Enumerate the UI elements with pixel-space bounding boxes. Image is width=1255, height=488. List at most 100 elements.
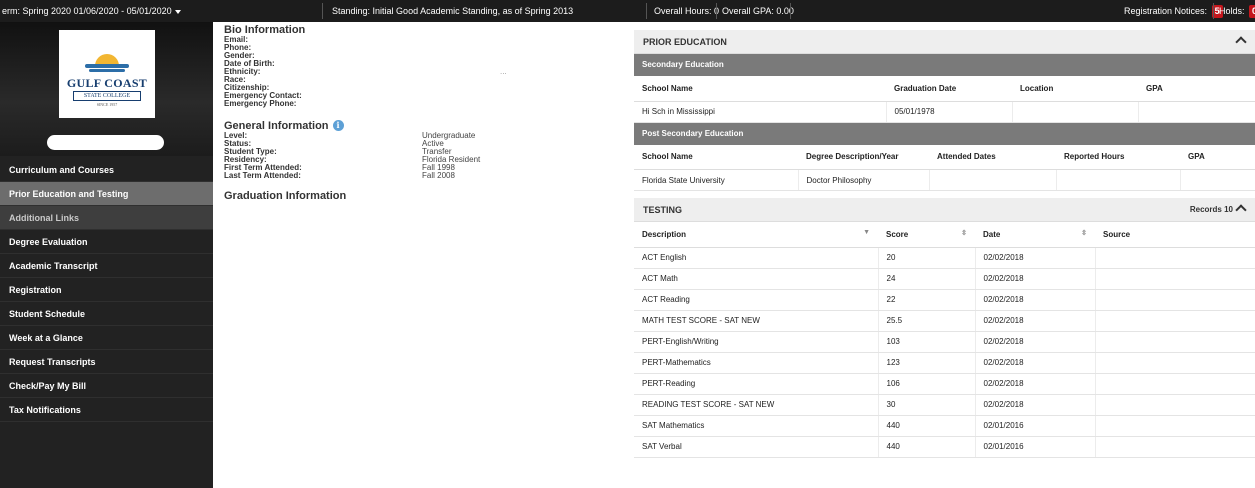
table-cell: ACT Math xyxy=(634,268,879,290)
wave-icon xyxy=(85,64,129,68)
table-row: ACT English 20 02/02/2018 xyxy=(634,247,1255,269)
table-header-row: School Name Graduation Date Location GPA xyxy=(634,76,1255,102)
sidebar: GULF COAST STATE COLLEGE SINCE 1957 Curr… xyxy=(0,22,213,488)
column-header-source[interactable]: Source xyxy=(1095,222,1255,248)
chevron-up-icon[interactable] xyxy=(1235,36,1247,48)
table-row: Florida State University Doctor Philosop… xyxy=(634,169,1255,191)
field-value: ... xyxy=(500,67,507,76)
table-cell: SAT Verbal xyxy=(634,436,879,458)
logo-since: SINCE 1957 xyxy=(96,102,118,107)
sidebar-item-academic-transcript[interactable]: Academic Transcript xyxy=(0,254,213,278)
table-cell: PERT-Reading xyxy=(634,373,879,395)
table-row: Hi Sch in Mississippi 05/01/1978 xyxy=(634,101,1255,123)
table-cell: Doctor Philosophy xyxy=(798,169,930,191)
column-header: GPA xyxy=(1180,144,1255,170)
bio-heading: Bio Information xyxy=(224,24,306,36)
holds[interactable]: Holds: 0 xyxy=(1219,0,1255,22)
chevron-up-icon[interactable] xyxy=(1235,204,1247,216)
table-cell: 02/01/2016 xyxy=(975,415,1096,437)
table-cell: 106 xyxy=(878,373,976,395)
sidebar-item-student-schedule[interactable]: Student Schedule xyxy=(0,302,213,326)
table-row: PERT-Reading 106 02/02/2018 xyxy=(634,373,1255,395)
column-header-date[interactable]: Date ⇳ xyxy=(975,222,1095,248)
table-cell: MATH TEST SCORE - SAT NEW xyxy=(634,310,879,332)
sidebar-item-week-at-a-glance[interactable]: Week at a Glance xyxy=(0,326,213,350)
sidebar-item-tax-notifications[interactable]: Tax Notifications xyxy=(0,398,213,422)
info-icon[interactable]: i xyxy=(332,120,344,131)
bio-fields: Email: Phone: Gender: Date of Birth: Eth… xyxy=(224,36,624,108)
secondary-education-header: Secondary Education xyxy=(634,54,1255,76)
table-cell: 02/02/2018 xyxy=(975,289,1096,311)
table-cell xyxy=(1095,310,1255,332)
student-profile: Bio Information Email: Phone: Gender: Da… xyxy=(224,24,624,202)
table-header-row: Description ▼ Score ⇳ Date ⇳ Source xyxy=(634,222,1255,248)
sidebar-nav: Curriculum and Courses Prior Education a… xyxy=(0,158,213,422)
column-header-description[interactable]: Description ▼ xyxy=(634,222,878,248)
bio-field: Race: xyxy=(224,76,624,84)
sidebar-item-check-pay-bill[interactable]: Check/Pay My Bill xyxy=(0,374,213,398)
table-row: ACT Math 24 02/02/2018 xyxy=(634,268,1255,290)
holds-badge: 0 xyxy=(1249,5,1255,18)
logo-title: GULF COAST xyxy=(66,76,148,90)
college-logo: GULF COAST STATE COLLEGE SINCE 1957 xyxy=(59,30,155,118)
table-cell: READING TEST SCORE - SAT NEW xyxy=(634,394,879,416)
post-secondary-education-header: Post Secondary Education xyxy=(634,122,1255,145)
table-cell xyxy=(1095,436,1255,458)
table-cell xyxy=(1138,101,1255,123)
sidebar-item-curriculum[interactable]: Curriculum and Courses xyxy=(0,158,213,182)
testing-header[interactable]: TESTING Records 10 xyxy=(634,198,1255,222)
records-count: Records 10 xyxy=(1189,205,1233,214)
registration-notices-label: Registration Notices: xyxy=(1124,6,1208,16)
secondary-education-table: School Name Graduation Date Location GPA… xyxy=(634,76,1255,123)
table-cell: 440 xyxy=(878,436,976,458)
field-value: Fall 2008 xyxy=(422,171,455,180)
divider xyxy=(646,3,647,19)
sidebar-item-prior-education[interactable]: Prior Education and Testing xyxy=(0,182,213,206)
table-cell xyxy=(1095,352,1255,374)
bio-field: Ethnicity:... xyxy=(224,68,624,76)
divider xyxy=(790,3,791,19)
table-cell xyxy=(1095,289,1255,311)
graduation-heading[interactable]: Graduation Information xyxy=(224,190,624,202)
table-row: SAT Verbal 440 02/01/2016 xyxy=(634,436,1255,458)
column-header-score[interactable]: Score ⇳ xyxy=(878,222,975,248)
table-cell: 22 xyxy=(878,289,976,311)
sort-icon: ⇳ xyxy=(961,230,967,237)
divider xyxy=(716,3,717,19)
table-cell: SAT Mathematics xyxy=(634,415,879,437)
prior-education-header[interactable]: PRIOR EDUCATION xyxy=(634,30,1255,54)
column-header-label: Source xyxy=(1103,229,1131,239)
profile-area: GULF COAST STATE COLLEGE SINCE 1957 xyxy=(0,22,213,156)
overall-hours: Overall Hours: 0 xyxy=(654,6,720,16)
column-header: Location xyxy=(1012,76,1138,102)
student-name-pill xyxy=(47,135,164,150)
table-cell: 02/02/2018 xyxy=(975,247,1096,269)
table-cell: 02/02/2018 xyxy=(975,394,1096,416)
registration-notices[interactable]: Registration Notices: 5 xyxy=(1124,0,1223,22)
standing-label: Standing: xyxy=(332,6,371,16)
field-label: Emergency Phone: xyxy=(224,99,297,108)
sidebar-item-request-transcripts[interactable]: Request Transcripts xyxy=(0,350,213,374)
sort-desc-icon: ▼ xyxy=(863,229,870,236)
column-header-label: Score xyxy=(886,229,909,239)
table-cell: PERT-English/Writing xyxy=(634,331,879,353)
bio-field: Gender: xyxy=(224,52,624,60)
term-selector[interactable]: erm: Spring 2020 01/06/2020 - 05/01/2020 xyxy=(2,0,181,22)
general-fields: Level: Undergraduate Status: Active Studen… xyxy=(224,132,624,180)
standing-value: Initial Good Academic Standing, as of Sp… xyxy=(372,6,574,16)
table-cell: 25.5 xyxy=(878,310,976,332)
bio-field: Email: xyxy=(224,36,624,44)
table-cell: 02/01/2016 xyxy=(975,436,1096,458)
table-row: PERT-Mathematics 123 02/02/2018 xyxy=(634,352,1255,374)
divider xyxy=(322,3,323,19)
general-field: Last Term Attended: Fall 2008 xyxy=(224,172,624,180)
table-cell xyxy=(1180,169,1255,191)
sidebar-item-degree-evaluation[interactable]: Degree Evaluation xyxy=(0,230,213,254)
column-header: School Name xyxy=(634,76,886,102)
bio-field: Date of Birth: xyxy=(224,60,624,68)
table-cell: 02/02/2018 xyxy=(975,268,1096,290)
table-cell: Hi Sch in Mississippi xyxy=(634,101,887,123)
sort-icon: ⇳ xyxy=(1081,230,1087,237)
sidebar-item-registration[interactable]: Registration xyxy=(0,278,213,302)
table-cell: 24 xyxy=(878,268,976,290)
